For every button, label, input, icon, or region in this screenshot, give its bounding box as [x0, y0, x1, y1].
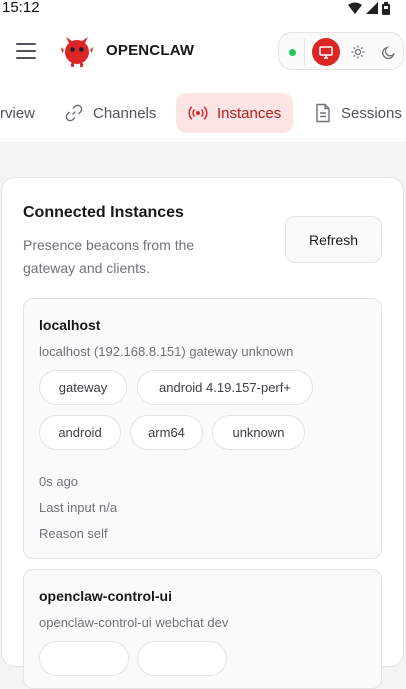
theme-divider [304, 39, 305, 65]
panel-subtitle: Presence beacons from the gateway and cl… [23, 237, 195, 276]
instance-name: openclaw-control-ui [39, 588, 172, 604]
theme-dark-button[interactable] [374, 38, 402, 66]
theme-switcher [278, 32, 404, 70]
instance-detail: localhost (192.168.8.151) gateway unknow… [39, 344, 294, 359]
instance-card: openclaw-control-ui openclaw-control-ui … [23, 569, 382, 689]
refresh-button[interactable]: Refresh [285, 216, 382, 263]
instance-tag [39, 641, 129, 676]
instance-tag: android 4.19.157-perf+ [137, 370, 313, 405]
theme-system-button[interactable] [312, 38, 340, 66]
instance-last-input: Last input n/a [39, 500, 118, 515]
header-divider [0, 142, 406, 143]
tab-instances[interactable]: Instances [176, 93, 294, 133]
tab-channels[interactable]: Channels [52, 93, 168, 133]
instance-tag: android [39, 415, 121, 450]
nav-tabs: rview Channels Instances Sessions [0, 84, 406, 142]
monitor-icon [319, 45, 333, 59]
battery-icon [382, 1, 390, 15]
instance-card: localhost localhost (192.168.8.151) gate… [23, 298, 382, 559]
instance-detail: openclaw-control-ui webchat dev [39, 615, 229, 630]
sun-icon [351, 45, 365, 59]
instance-tag [137, 641, 227, 676]
openclaw-logo [61, 37, 93, 67]
status-icons [348, 0, 390, 16]
instance-tag: unknown [212, 415, 305, 450]
connection-status-dot [289, 49, 296, 56]
wifi-icon [348, 2, 362, 14]
signal-icon [366, 2, 378, 14]
brand-name: OPENCLAW [106, 42, 195, 59]
instance-name: localhost [39, 317, 101, 333]
instance-reason: Reason self [39, 526, 108, 541]
tab-label: Channels [93, 104, 157, 122]
moon-icon [381, 45, 395, 59]
tab-sessions[interactable]: Sessions [302, 93, 406, 133]
broadcast-icon [188, 106, 208, 120]
tab-label: Instances [217, 104, 282, 122]
tab-overview[interactable]: rview [0, 93, 47, 133]
status-bar: 15:12 [0, 0, 406, 18]
theme-light-button[interactable] [344, 38, 372, 66]
status-time: 15:12 [2, 0, 40, 16]
app-header: OPENCLAW [0, 18, 406, 84]
menu-icon[interactable] [16, 43, 36, 59]
instance-tag: gateway [39, 370, 127, 405]
tab-label: rview [0, 104, 36, 122]
instances-panel: Connected Instances Presence beacons fro… [1, 177, 404, 689]
tab-label: Sessions [341, 104, 402, 122]
instance-tag: arm64 [130, 415, 203, 450]
instance-age: 0s ago [39, 474, 79, 489]
document-icon [316, 103, 330, 123]
link-icon [65, 104, 83, 122]
panel-title: Connected Instances [23, 204, 184, 221]
